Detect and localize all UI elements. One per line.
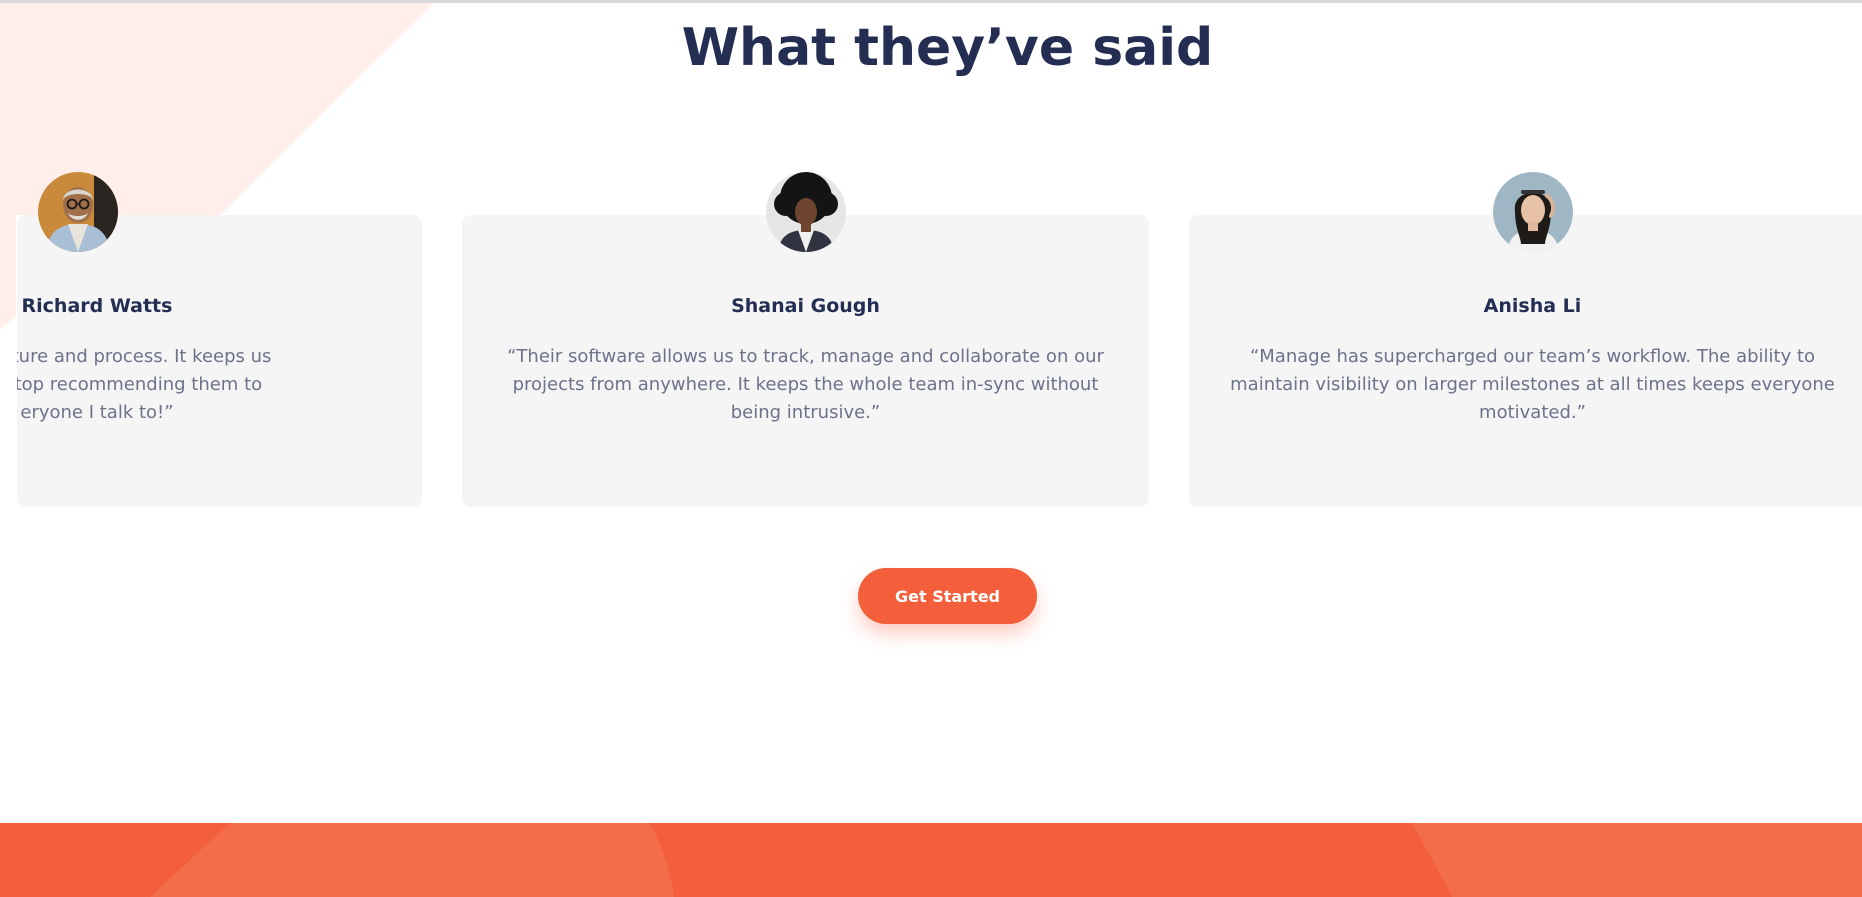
avatar <box>1493 172 1573 252</box>
testimonial-card: Richard Watts vide structure and process… <box>17 215 422 507</box>
quote-line: projects from anywhere. It keeps the who… <box>512 374 1099 395</box>
quote-line: vide structure and process. It keeps us <box>17 346 272 367</box>
quote-line: “Manage has supercharged our team’s work… <box>1249 346 1816 367</box>
testimonial-card: Anisha Li “Manage has supercharged our t… <box>1189 215 1862 507</box>
testimonial-card: Shanai Gough “Their software allows us t… <box>462 215 1149 507</box>
testimonial-quote: “Manage has supercharged our team’s work… <box>1189 343 1862 427</box>
quote-line: being intrusive.” <box>730 402 881 423</box>
testimonial-quote: “Their software allows us to track, mana… <box>462 343 1149 427</box>
testimonial-author-name: Shanai Gough <box>731 295 880 317</box>
top-divider-line <box>0 0 1862 3</box>
get-started-button[interactable]: Get Started <box>858 568 1037 624</box>
quote-line: maintain visibility on larger milestones… <box>1230 374 1835 395</box>
avatar <box>766 172 846 252</box>
testimonial-author-name: Anisha Li <box>1483 295 1582 317</box>
footer-band <box>0 823 1862 897</box>
quote-line: “Their software allows us to track, mana… <box>507 346 1104 367</box>
quote-line: motivated.” <box>1479 402 1586 423</box>
section-heading: What they’ve said <box>681 18 1214 78</box>
testimonial-quote: vide structure and process. It keeps us … <box>17 343 422 427</box>
avatar <box>38 172 118 252</box>
quote-line: . I can’t stop recommending them to <box>17 374 263 395</box>
footer-decorative-shapes <box>150 823 1862 897</box>
testimonial-author-name: Richard Watts <box>21 295 173 317</box>
quote-line: eryone I talk to!” <box>20 402 174 423</box>
